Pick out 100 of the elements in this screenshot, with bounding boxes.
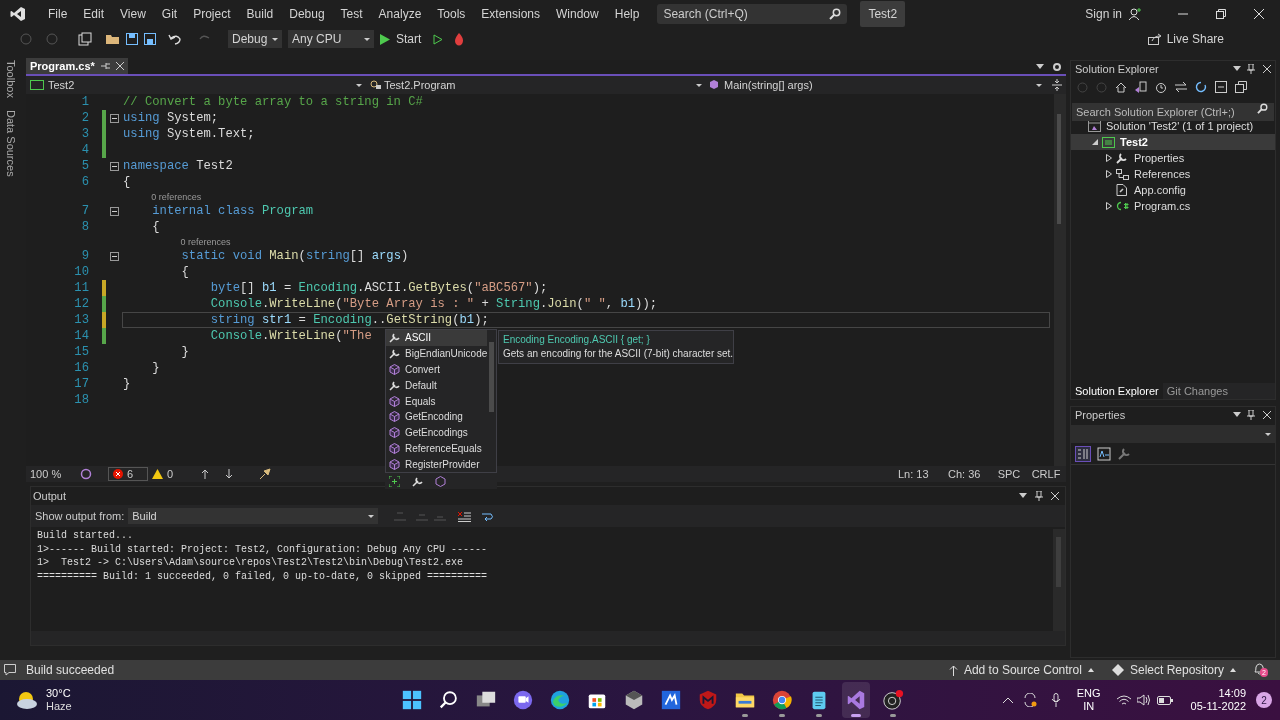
collapse-icon[interactable] bbox=[109, 113, 119, 123]
panel-tab[interactable]: Solution Explorer bbox=[1071, 383, 1163, 399]
output-source-dropdown[interactable]: Build bbox=[128, 508, 379, 524]
menu-item[interactable]: Build bbox=[238, 5, 282, 23]
completion-item[interactable]: Default bbox=[386, 377, 488, 394]
vertical-scrollbar[interactable] bbox=[1053, 529, 1065, 631]
type-dropdown[interactable]: Test2.Program bbox=[366, 76, 706, 94]
collapse-icon[interactable] bbox=[109, 251, 119, 261]
collapse-icon[interactable] bbox=[109, 161, 119, 171]
close-icon[interactable] bbox=[115, 62, 124, 70]
completion-item[interactable]: ReferenceEquals bbox=[386, 440, 488, 457]
completion-item[interactable]: Convert bbox=[386, 361, 488, 378]
close-icon[interactable] bbox=[1051, 492, 1059, 500]
refresh-icon[interactable] bbox=[1195, 81, 1207, 93]
select-repository-button[interactable]: Select Repository bbox=[1111, 661, 1236, 679]
account-icon[interactable] bbox=[1128, 7, 1142, 21]
history-icon[interactable] bbox=[1155, 81, 1167, 93]
cube-icon[interactable] bbox=[435, 475, 446, 487]
categorized-icon[interactable] bbox=[1075, 445, 1091, 462]
notification-badge[interactable]: 2 bbox=[1256, 692, 1272, 708]
collapsed-arrow-icon[interactable] bbox=[1106, 154, 1112, 162]
menu-item[interactable]: Test bbox=[332, 5, 371, 23]
expand-icon[interactable] bbox=[389, 475, 400, 487]
alphabetical-icon[interactable] bbox=[1097, 446, 1111, 461]
clear-all-icon[interactable] bbox=[458, 510, 472, 522]
side-tab[interactable]: Data Sources bbox=[2, 109, 20, 177]
sync-icon[interactable] bbox=[1175, 82, 1187, 92]
completion-item[interactable]: GetEncoding bbox=[386, 408, 488, 425]
tree-item[interactable]: Solution 'Test2' (1 of 1 project) bbox=[1071, 118, 1275, 134]
expanded-arrow-icon[interactable] bbox=[1092, 139, 1098, 145]
pin-icon[interactable] bbox=[1035, 491, 1043, 501]
taskbar-app-button[interactable] bbox=[841, 682, 870, 718]
completion-item[interactable]: GetEncodings bbox=[386, 424, 488, 441]
copy-icon[interactable] bbox=[1235, 81, 1247, 93]
arrow-down-icon[interactable] bbox=[225, 469, 234, 479]
completion-item[interactable]: ASCII bbox=[386, 330, 488, 346]
new-project-icon[interactable] bbox=[78, 32, 92, 46]
microphone-icon[interactable] bbox=[1050, 693, 1061, 707]
sign-in-link[interactable]: Sign in bbox=[1085, 5, 1122, 23]
vertical-scrollbar[interactable] bbox=[1054, 94, 1066, 466]
volume-icon[interactable] bbox=[1136, 694, 1151, 706]
completion-item[interactable]: RegisterProvider bbox=[386, 456, 488, 473]
collapsed-arrow-icon[interactable] bbox=[1106, 202, 1112, 210]
dropdown-icon[interactable] bbox=[1036, 64, 1044, 70]
open-folder-icon[interactable] bbox=[106, 33, 120, 45]
arrow-up-icon[interactable] bbox=[201, 469, 210, 479]
completion-item[interactable]: BigEndianUnicode bbox=[386, 345, 488, 362]
dropdown-icon[interactable] bbox=[1233, 412, 1241, 418]
tree-item[interactable]: Properties bbox=[1071, 150, 1275, 166]
switch-views-icon[interactable] bbox=[1135, 81, 1147, 93]
health-icon[interactable] bbox=[80, 468, 92, 480]
menu-item[interactable]: Edit bbox=[75, 5, 113, 23]
error-count[interactable]: 6 bbox=[108, 467, 148, 481]
save-all-icon[interactable] bbox=[144, 33, 156, 45]
collapse-all-icon[interactable] bbox=[1215, 81, 1227, 93]
menu-item[interactable]: File bbox=[40, 5, 76, 23]
whitespace-indicator[interactable]: SPC bbox=[992, 465, 1026, 483]
menu-item[interactable]: Project bbox=[185, 5, 239, 23]
collapsed-arrow-icon[interactable] bbox=[1106, 170, 1112, 178]
undo-icon[interactable] bbox=[168, 33, 182, 45]
pin-icon[interactable] bbox=[1247, 410, 1255, 420]
run-without-debugging-icon[interactable] bbox=[433, 33, 444, 45]
pin-icon[interactable] bbox=[100, 62, 110, 70]
brush-icon[interactable] bbox=[259, 468, 272, 480]
clock-time[interactable]: 14:09 bbox=[1218, 687, 1246, 700]
add-to-source-control-button[interactable]: Add to Source Control bbox=[948, 661, 1094, 679]
weather-icon[interactable] bbox=[16, 690, 38, 710]
line-endings-indicator[interactable]: CRLF bbox=[1026, 465, 1066, 483]
word-wrap-icon[interactable] bbox=[481, 510, 495, 522]
tree-item[interactable]: Test2 bbox=[1071, 134, 1275, 150]
menu-item[interactable]: Git bbox=[153, 5, 186, 23]
temperature[interactable]: 30°C bbox=[46, 687, 72, 700]
tree-item[interactable]: App.config bbox=[1071, 182, 1275, 198]
pin-icon[interactable] bbox=[1247, 64, 1255, 74]
member-dropdown[interactable]: Main(string[] args) bbox=[706, 76, 1046, 94]
input-region[interactable]: IN bbox=[1083, 700, 1095, 713]
menu-item[interactable]: Extensions bbox=[473, 5, 549, 23]
menu-item[interactable]: Window bbox=[548, 5, 607, 23]
platform-dropdown[interactable]: Any CPU bbox=[288, 30, 374, 48]
input-language[interactable]: ENG bbox=[1076, 687, 1101, 700]
search-field[interactable]: Search Solution Explorer (Ctrl+;) bbox=[1072, 103, 1274, 121]
configuration-dropdown[interactable]: Debug bbox=[228, 30, 282, 48]
live-share-button[interactable]: Live Share bbox=[1147, 30, 1224, 48]
battery-icon[interactable] bbox=[1156, 695, 1173, 705]
dropdown-icon[interactable] bbox=[1019, 493, 1027, 499]
column-indicator[interactable]: Ch: 36 bbox=[948, 465, 992, 483]
clock-date[interactable]: 05-11-2022 bbox=[1190, 700, 1246, 713]
close-icon[interactable] bbox=[1263, 411, 1271, 419]
completion-item[interactable]: Equals bbox=[386, 393, 488, 409]
tree-item[interactable]: References bbox=[1071, 166, 1275, 182]
menu-item[interactable]: Help bbox=[606, 5, 648, 23]
wifi-icon[interactable] bbox=[1116, 694, 1131, 706]
close-icon[interactable] bbox=[1254, 9, 1264, 19]
settings-icon[interactable] bbox=[1052, 62, 1062, 72]
restore-icon[interactable] bbox=[1216, 9, 1226, 19]
search-field[interactable]: Search (Ctrl+Q) bbox=[657, 4, 848, 24]
document-tab[interactable]: Program.cs* bbox=[26, 58, 128, 74]
menu-item[interactable]: Tools bbox=[429, 5, 474, 23]
menu-item[interactable]: Debug bbox=[281, 5, 333, 23]
save-icon[interactable] bbox=[126, 33, 138, 45]
